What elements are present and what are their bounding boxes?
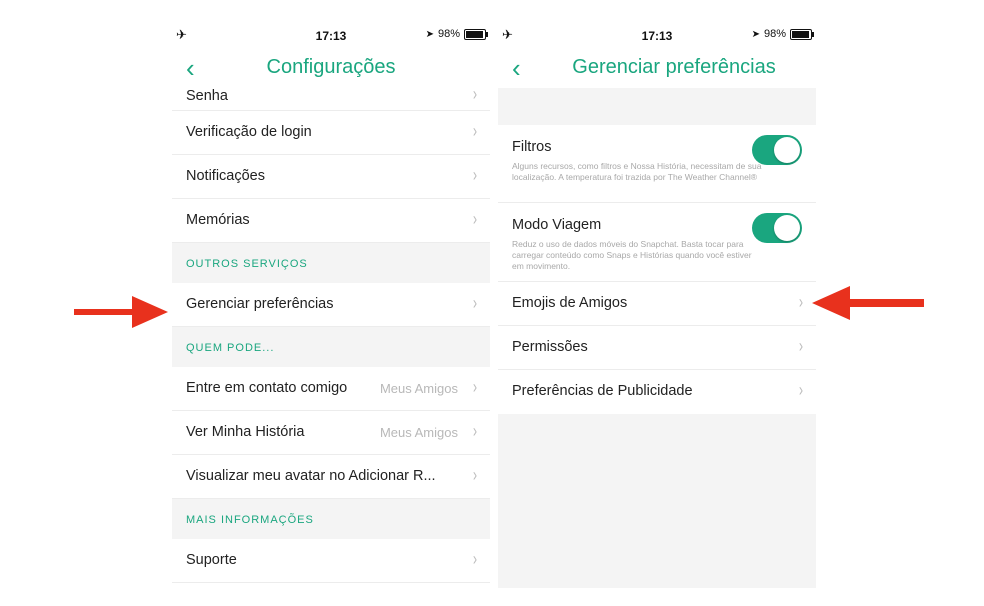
toggle-description: Reduz o uso de dados móveis do Snapchat.… (512, 239, 752, 271)
settings-row-gerenciar[interactable]: Gerenciar preferências › (172, 283, 490, 327)
row-label: Suporte (186, 552, 237, 568)
chevron-right-icon: › (798, 336, 804, 356)
manage-preferences-screen: ✈ 17:13 ➤ 98% ‹ Gerenciar preferências F… (498, 22, 816, 588)
chevron-right-icon: › (472, 84, 478, 104)
section-header-mais: MAIS INFORMAÇÕES (172, 499, 490, 539)
page-title: Configurações (266, 56, 396, 78)
chevron-right-icon: › (472, 549, 478, 569)
settings-row-suporte[interactable]: Suporte › (172, 539, 490, 583)
battery-percent: 98% (763, 28, 786, 40)
chevron-right-icon: › (472, 293, 478, 313)
status-bar: ✈ 17:13 ➤ 98% (172, 22, 490, 48)
settings-row-verificacao[interactable]: Verificação de login › (172, 111, 490, 155)
empty-area (498, 414, 816, 588)
location-arrow-icon: ➤ (425, 28, 434, 40)
settings-row-historia[interactable]: Ver Minha História Meus Amigos › (172, 411, 490, 455)
arrow-right-annotation (74, 296, 168, 328)
chevron-right-icon: › (472, 165, 478, 185)
arrow-left-annotation (812, 286, 924, 320)
top-spacer (498, 88, 816, 125)
settings-row-senha[interactable]: Senha › (172, 84, 490, 111)
chevron-right-icon: › (472, 209, 478, 229)
row-label: Entre em contato comigo (186, 380, 348, 396)
chevron-right-icon: › (472, 377, 478, 397)
chevron-right-icon: › (472, 121, 478, 141)
pref-row-emojis[interactable]: Emojis de Amigos › (498, 282, 816, 326)
chevron-right-icon: › (798, 380, 804, 400)
row-label: Notificações (186, 168, 265, 184)
row-label: Visualizar meu avatar no Adicionar R... (186, 468, 436, 484)
row-label: Permissões (512, 339, 588, 355)
nav-bar: ‹ Gerenciar preferências (498, 50, 816, 90)
chevron-right-icon: › (798, 292, 804, 312)
battery-icon (464, 28, 488, 40)
toggle-label: Modo Viagem (512, 217, 602, 233)
row-label: Gerenciar preferências (186, 296, 334, 312)
filtros-toggle[interactable] (752, 135, 802, 165)
row-label: Memórias (186, 212, 250, 228)
toggle-row-filtros: Filtros Alguns recursos, como filtros e … (498, 125, 816, 203)
settings-row-avatar[interactable]: Visualizar meu avatar no Adicionar R... … (172, 455, 490, 499)
pref-row-permissoes[interactable]: Permissões › (498, 326, 816, 370)
status-bar: ✈ 17:13 ➤ 98% (498, 22, 816, 48)
page-title: Gerenciar preferências (572, 56, 776, 78)
toggle-label: Filtros (512, 139, 552, 155)
row-value: Meus Amigos (379, 425, 458, 440)
toggle-description: Alguns recursos, como filtros e Nossa Hi… (512, 161, 762, 182)
modo-viagem-toggle[interactable] (752, 213, 802, 243)
settings-row-contato[interactable]: Entre em contato comigo Meus Amigos › (172, 367, 490, 411)
settings-screen: ✈ 17:13 ➤ 98% ‹ Configurações Senha › Ve… (172, 22, 490, 588)
battery-icon (790, 28, 814, 40)
chevron-left-icon[interactable]: ‹ (512, 54, 521, 82)
section-header-quem: QUEM PODE... (172, 327, 490, 367)
battery-percent: 98% (437, 28, 460, 40)
row-label: Verificação de login (186, 124, 312, 140)
nav-bar: ‹ Configurações (172, 50, 490, 90)
chevron-right-icon: › (472, 465, 478, 485)
row-label: Senha (186, 88, 228, 104)
settings-row-notificacoes[interactable]: Notificações › (172, 155, 490, 199)
row-label: Preferências de Publicidade (512, 383, 693, 399)
chevron-right-icon: › (472, 421, 478, 441)
pref-row-publicidade[interactable]: Preferências de Publicidade › (498, 370, 816, 413)
toggle-row-modo-viagem: Modo Viagem Reduz o uso de dados móveis … (498, 203, 816, 282)
section-label: QUEM PODE... (186, 342, 275, 354)
section-header-outros: OUTROS SERVIÇOS (172, 243, 490, 283)
row-label: Emojis de Amigos (512, 295, 628, 311)
section-label: OUTROS SERVIÇOS (186, 258, 308, 270)
row-value: Meus Amigos (379, 381, 458, 396)
location-arrow-icon: ➤ (751, 28, 760, 40)
row-label: Ver Minha História (186, 424, 305, 440)
settings-row-memorias[interactable]: Memórias › (172, 199, 490, 243)
section-label: MAIS INFORMAÇÕES (186, 514, 314, 526)
